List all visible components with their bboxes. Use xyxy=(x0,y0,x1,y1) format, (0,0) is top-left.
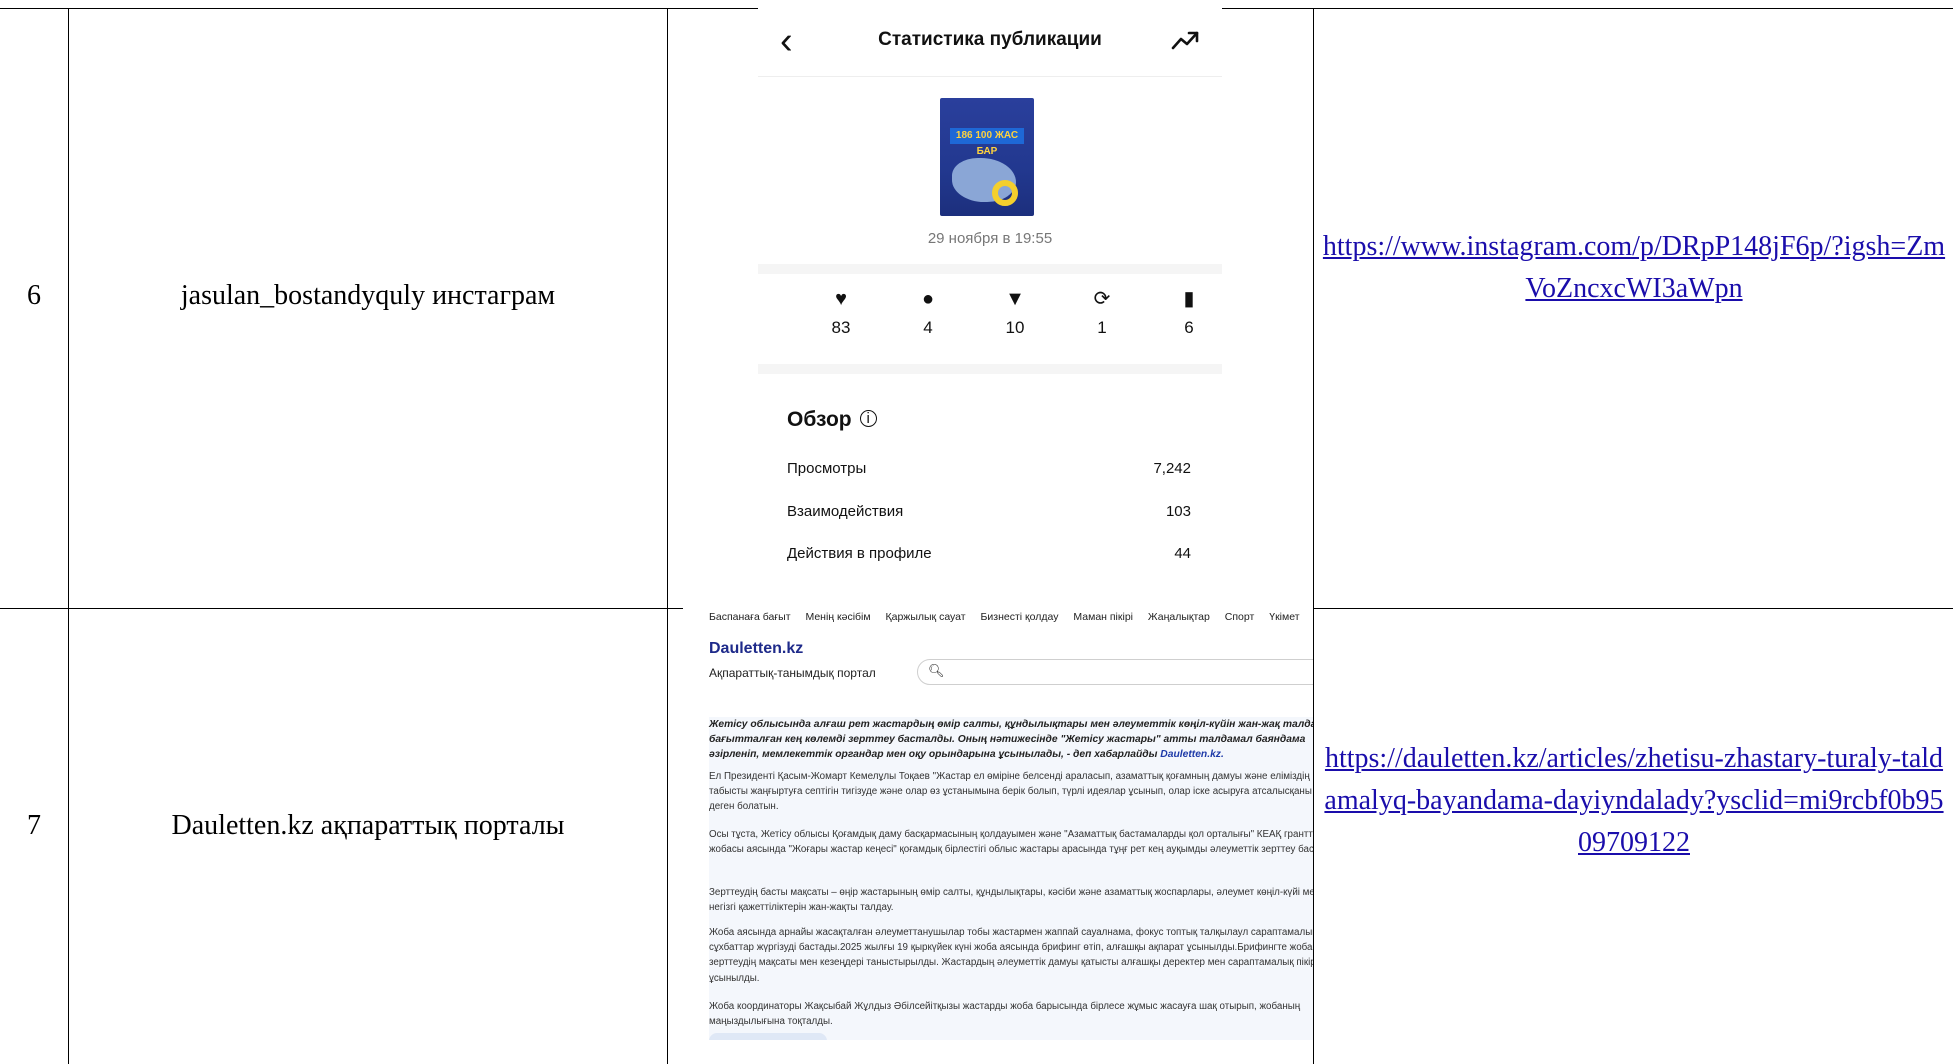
divider xyxy=(758,364,1222,374)
source-name: jasulan_bostandyquly инстаграм xyxy=(180,280,556,311)
thumbnail-ring xyxy=(992,180,1018,206)
metric-label: Взаимодействия xyxy=(787,503,904,520)
source-link[interactable]: https://www.instagram.com/p/DRpP148jF6p/… xyxy=(1322,226,1946,310)
col-divider-1 xyxy=(68,8,69,1064)
bookmark-icon: ▮ xyxy=(1183,288,1195,310)
nav-item[interactable]: Қаржылық сауат xyxy=(886,611,966,623)
stat-value: 4 xyxy=(923,318,933,337)
stat-saves[interactable]: ▮ 6 xyxy=(1159,288,1219,338)
article-paragraph: Зерттеудің басты мақсаты – өңір жастарын… xyxy=(709,887,1313,914)
source-link[interactable]: https://dauletten.kz/articles/zhetisu-zh… xyxy=(1322,738,1946,864)
site-nav: Баспанаға бағыт Менің кәсібім Қаржылық с… xyxy=(709,611,1312,623)
ig-title: Статистика публикации xyxy=(878,29,1102,50)
site-subtitle: Ақпараттық-танымдық портал xyxy=(709,666,876,680)
metric-label: Просмотры xyxy=(787,460,867,477)
heart-icon: ♥ xyxy=(835,288,847,310)
stat-value: 1 xyxy=(1097,318,1107,337)
divider xyxy=(758,264,1222,274)
stat-comments[interactable]: ● 4 xyxy=(898,288,958,338)
row-number: 7 xyxy=(27,810,41,841)
dauletten-article-screenshot: Баспанаға бағыт Менің кәсібім Қаржылық с… xyxy=(683,607,1313,1040)
instagram-statistics-screenshot: ‹ Статистика публикации 186 100 ЖАС БАР … xyxy=(758,8,1222,609)
nav-item[interactable]: Жаңалықтар xyxy=(1148,611,1210,623)
lead-brand[interactable]: Dauletten.kz. xyxy=(1160,749,1224,760)
stat-reposts[interactable]: ⟳ 1 xyxy=(1072,288,1132,338)
nav-item[interactable]: Баспанаға бағыт xyxy=(709,611,791,623)
nav-item[interactable]: Маман пікірі xyxy=(1073,611,1133,623)
send-icon: ▼ xyxy=(1005,288,1025,310)
col-divider-3 xyxy=(1313,8,1314,1064)
nav-item[interactable]: Менің кәсібім xyxy=(805,611,870,623)
table-top-border-right xyxy=(1222,8,1953,9)
comment-icon: ● xyxy=(921,288,935,310)
post-thumbnail[interactable]: 186 100 ЖАС БАР xyxy=(940,98,1034,216)
article-paragraph: Ел Президенті Қасым-Жомарт Кемелұлы Тоқа… xyxy=(709,771,1313,813)
ig-header: ‹ Статистика публикации xyxy=(758,8,1222,77)
stat-likes[interactable]: ♥ 83 xyxy=(811,288,871,338)
repost-icon: ⟳ xyxy=(1093,288,1111,310)
post-date: 29 ноября в 19:55 xyxy=(927,230,1053,247)
metric-value: 103 xyxy=(1165,503,1191,520)
metric-label: Действия в профиле xyxy=(787,545,932,562)
col-divider-2 xyxy=(667,8,668,1064)
search-input[interactable]: 🔍︎ xyxy=(917,659,1313,685)
article-button[interactable] xyxy=(709,1033,827,1040)
overview-title-text: Обзор xyxy=(787,408,852,431)
search-icon: 🔍︎ xyxy=(928,663,945,678)
article-background xyxy=(709,717,1313,1040)
nav-item[interactable]: Бизнесті қолдау xyxy=(981,611,1059,623)
nav-item[interactable]: Спорт xyxy=(1225,611,1255,623)
article-lead: Жетісу облысында алғаш рет жастардың өмі… xyxy=(709,717,1313,762)
table-top-border xyxy=(0,8,758,9)
article-paragraph: Осы тұста, Жетісу облысы Қоғамдық даму б… xyxy=(709,829,1313,856)
stat-value: 6 xyxy=(1184,318,1194,337)
thumbnail-banner: 186 100 ЖАС БАР xyxy=(950,128,1024,157)
metric-value: 44 xyxy=(1174,545,1191,562)
nav-item[interactable]: Үкімет xyxy=(1269,611,1299,623)
site-logo[interactable]: Dauletten.kz xyxy=(709,640,803,658)
article-paragraph: Жоба аясында арнайы жасақталған әлеуметт… xyxy=(709,927,1313,984)
stat-value: 10 xyxy=(1005,318,1025,337)
stat-value: 83 xyxy=(831,318,851,337)
article-paragraph: Жоба координаторы Жақсыбай Жұлдыз Әбілсе… xyxy=(709,1001,1301,1028)
source-name: Dauletten.kz ақпараттық порталы xyxy=(171,810,565,841)
info-icon[interactable]: i xyxy=(859,410,877,427)
stat-shares[interactable]: ▼ 10 xyxy=(985,288,1045,338)
overview-title: Обзор i xyxy=(787,408,877,432)
trending-up-icon[interactable] xyxy=(1170,26,1200,54)
metric-value: 7,242 xyxy=(1153,460,1191,477)
row-number: 6 xyxy=(27,280,41,311)
